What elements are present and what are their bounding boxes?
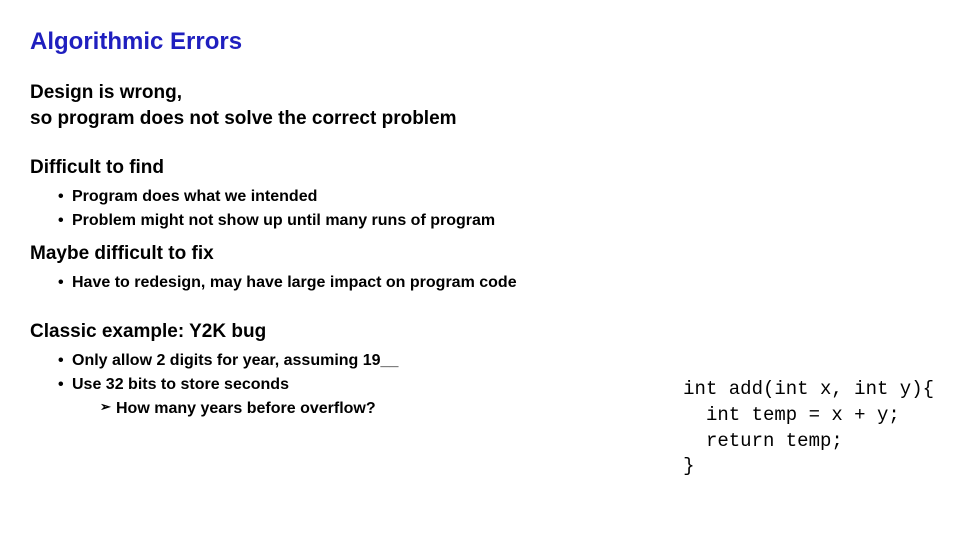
list-item: Have to redesign, may have large impact … [58,271,930,295]
intro-line-1: Design is wrong, [30,82,182,103]
section-heading-difficult-fix: Maybe difficult to fix [30,243,930,265]
code-snippet: int add(int x, int y){ int temp = x + y;… [683,377,934,480]
section-heading-example: Classic example: Y2K bug [30,321,930,343]
list-item: Only allow 2 digits for year, assuming 1… [58,349,930,373]
intro-paragraph: Design is wrong, so program does not sol… [30,80,930,131]
bullet-list-2: Have to redesign, may have large impact … [58,271,930,295]
list-item-text: Use 32 bits to store seconds [72,376,289,393]
section-heading-difficult-find: Difficult to find [30,157,930,179]
slide-title: Algorithmic Errors [30,28,930,56]
intro-line-2: so program does not solve the correct pr… [30,108,457,129]
list-item: Program does what we intended [58,185,930,209]
list-item: Problem might not show up until many run… [58,209,930,233]
bullet-list-1: Program does what we intended Problem mi… [58,185,930,233]
